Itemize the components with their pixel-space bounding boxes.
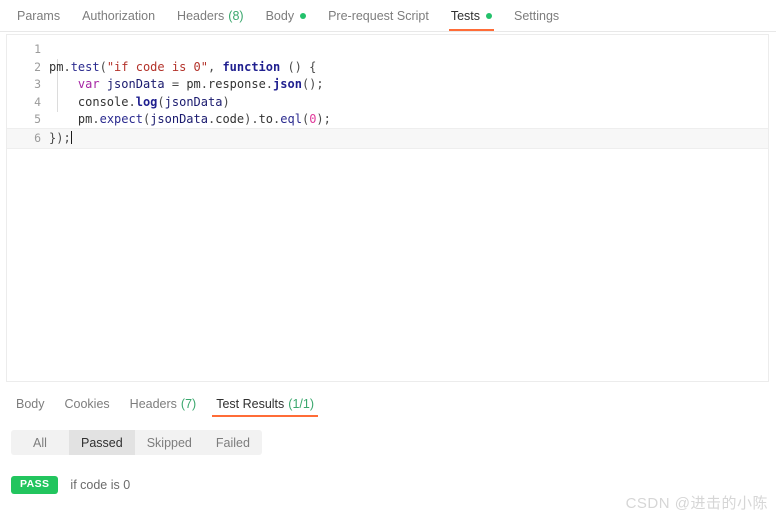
code-line-active: 6 });: [7, 127, 768, 149]
tab-settings-label: Settings: [514, 8, 560, 23]
tests-modified-dot-icon: [486, 12, 492, 19]
code-area[interactable]: 1 2 pm.test("if code is 0", function () …: [7, 35, 768, 149]
response-tab-test-results[interactable]: Test Results (1/1): [206, 390, 324, 417]
request-tab-bar: Params Authorization Headers (8) Body Pr…: [0, 0, 776, 32]
test-result-name: if code is 0: [70, 477, 131, 492]
tab-authorization-label: Authorization: [82, 8, 156, 23]
tab-pre-request-script[interactable]: Pre-request Script: [317, 0, 440, 31]
response-tab-headers-label: Headers: [129, 396, 177, 411]
line-number: 4: [34, 94, 41, 109]
tab-params[interactable]: Params: [6, 0, 71, 31]
response-tab-body-label: Body: [16, 396, 45, 411]
tab-params-label: Params: [17, 8, 61, 23]
status-badge: PASS: [11, 476, 59, 494]
test-result-row: PASS if code is 0: [11, 476, 130, 494]
tab-authorization[interactable]: Authorization: [71, 0, 166, 31]
tab-headers-label: Headers: [177, 8, 225, 23]
line-number: 5: [34, 112, 41, 126]
response-tab-headers[interactable]: Headers (7): [120, 390, 207, 417]
response-tab-headers-count: (7): [180, 396, 197, 411]
tests-script-editor[interactable]: 1 2 pm.test("if code is 0", function () …: [6, 34, 769, 382]
line-number: 6: [34, 130, 41, 145]
response-tab-cookies-label: Cookies: [64, 396, 110, 411]
code-line: 2 pm.test("if code is 0", function () {: [7, 59, 768, 77]
text-caret: [70, 130, 72, 144]
line-content[interactable]: pm.expect(jsonData.code).to.eql(0);: [49, 111, 768, 129]
line-content[interactable]: console.log(jsonData): [49, 94, 768, 112]
filter-skipped[interactable]: Skipped: [135, 430, 204, 455]
tab-settings[interactable]: Settings: [503, 0, 570, 31]
line-content[interactable]: });: [49, 130, 768, 148]
tab-pre-request-script-label: Pre-request Script: [328, 8, 429, 23]
tab-headers[interactable]: Headers (8): [166, 0, 255, 31]
filter-all[interactable]: All: [11, 430, 69, 455]
response-tab-test-results-count: (1/1): [288, 396, 314, 411]
code-line: 1: [7, 41, 768, 59]
response-tab-test-results-label: Test Results: [216, 396, 285, 411]
tab-tests-label: Tests: [450, 8, 480, 23]
tab-body-label: Body: [265, 8, 295, 23]
code-line: 3 var jsonData = pm.response.json();: [7, 76, 768, 94]
code-line: 4 console.log(jsonData): [7, 94, 768, 112]
filter-passed[interactable]: Passed: [69, 430, 135, 455]
body-modified-dot-icon: [300, 12, 307, 19]
tab-headers-count: (8): [228, 8, 244, 23]
line-content[interactable]: var jsonData = pm.response.json();: [49, 76, 768, 94]
watermark: CSDN @进击的小陈: [625, 495, 768, 512]
line-content[interactable]: pm.test("if code is 0", function () {: [49, 59, 768, 77]
tab-tests[interactable]: Tests: [440, 0, 503, 31]
line-number: 1: [34, 42, 41, 56]
response-tab-bar: Body Cookies Headers (7) Test Results (1…: [0, 390, 776, 417]
response-tab-body[interactable]: Body: [6, 390, 55, 417]
line-number: 2: [34, 59, 41, 74]
filter-failed[interactable]: Failed: [204, 430, 262, 455]
test-result-filter-group: All Passed Skipped Failed: [11, 430, 262, 455]
response-tab-cookies[interactable]: Cookies: [55, 390, 120, 417]
code-line: 5 pm.expect(jsonData.code).to.eql(0);: [7, 111, 768, 129]
tab-body[interactable]: Body: [255, 0, 318, 31]
line-number: 3: [34, 77, 41, 91]
